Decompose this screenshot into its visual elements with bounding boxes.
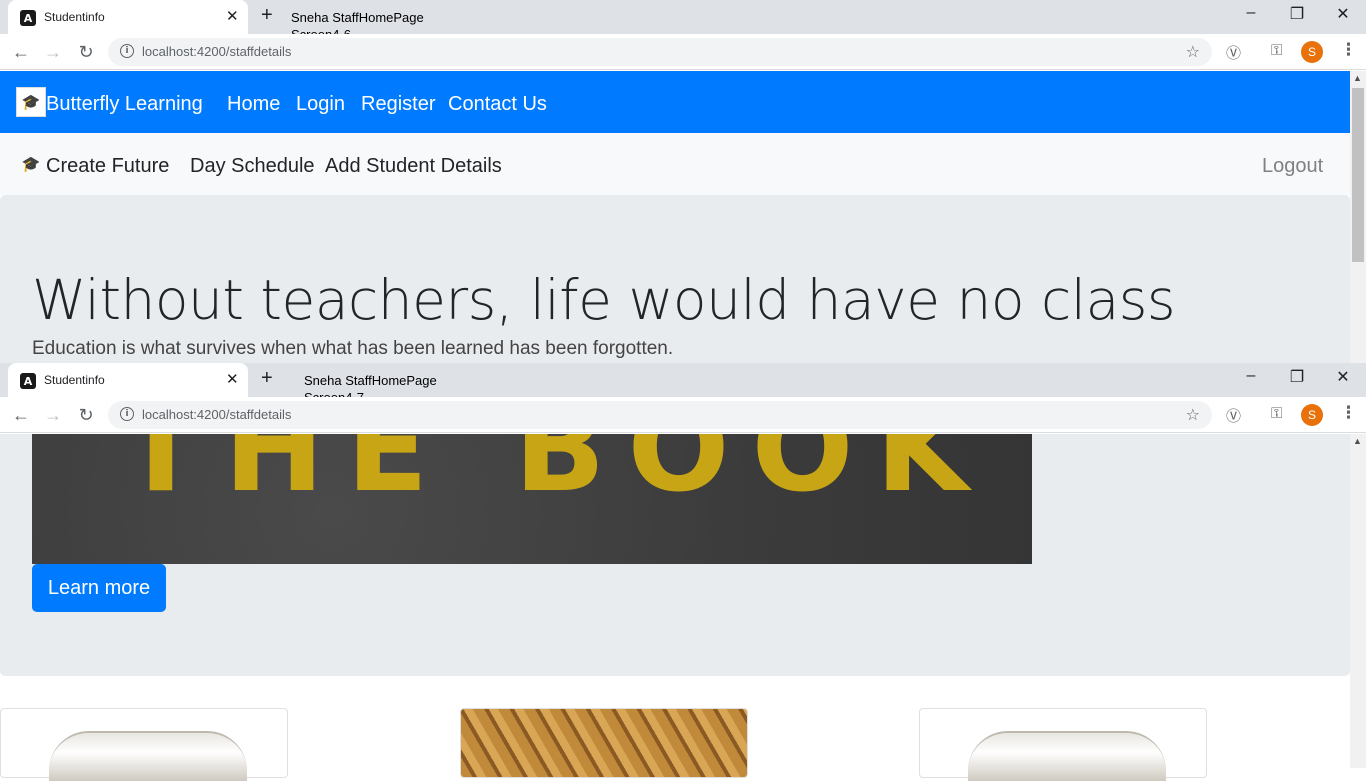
book-cover-image: THE BOOK (32, 434, 1032, 564)
back-icon[interactable]: ← (10, 405, 32, 426)
tab-strip: A Studentinfo ✕ + Sneha StaffHomePage Sc… (0, 363, 1366, 405)
restore-icon[interactable]: ❐ (1282, 367, 1312, 387)
new-tab-icon[interactable]: + (261, 4, 273, 27)
tab-close-icon[interactable]: ✕ (226, 370, 239, 388)
back-icon[interactable]: ← (10, 42, 32, 63)
info-icon[interactable]: i (120, 44, 134, 58)
profile-avatar[interactable]: S (1301, 404, 1323, 426)
nav-home[interactable]: Home (227, 93, 280, 116)
address-bar[interactable]: i localhost:4200/staffdetails ☆ (108, 401, 1212, 429)
menu-icon[interactable]: ⋮ (1340, 40, 1357, 60)
angular-favicon-icon: A (20, 10, 36, 26)
restore-icon[interactable]: ❐ (1282, 4, 1312, 24)
open-book-image (968, 731, 1166, 781)
brand-create-future[interactable]: Create Future (46, 155, 169, 178)
jumbotron-lead: Education is what survives when what has… (32, 338, 674, 359)
caption-line-1: Sneha StaffHomePage (291, 10, 424, 25)
reload-icon[interactable]: ↻ (75, 42, 97, 63)
new-tab-icon[interactable]: + (261, 367, 273, 390)
browser-toolbar: ← → ↻ i localhost:4200/staffdetails ☆ Ⓥ … (0, 397, 1366, 433)
key-icon[interactable]: ⚿ (1271, 405, 1282, 422)
nav-add-student-details[interactable]: Add Student Details (325, 155, 502, 178)
nav-login[interactable]: Login (296, 93, 345, 116)
logout-link[interactable]: Logout (1262, 155, 1323, 178)
caption-line-1: Sneha StaffHomePage (304, 373, 437, 388)
primary-navbar: 🎓 Butterfly Learning Home Login Register… (0, 71, 1350, 133)
secondary-navbar: 🎓 Create Future Day Schedule Add Student… (0, 133, 1350, 195)
close-window-icon[interactable]: ✕ (1328, 4, 1358, 24)
card-photo-image (461, 709, 747, 777)
nav-day-schedule[interactable]: Day Schedule (190, 155, 315, 178)
star-icon[interactable]: ☆ (1186, 405, 1200, 425)
brand-link[interactable]: Butterfly Learning (46, 93, 203, 116)
vivaldi-icon[interactable]: Ⓥ (1226, 42, 1241, 63)
minimize-icon[interactable]: – (1236, 4, 1266, 22)
open-book-image (49, 731, 247, 781)
scroll-up-icon[interactable]: ▲ (1353, 73, 1362, 83)
tab-title: Studentinfo (44, 10, 105, 24)
page-scrollbar[interactable]: ▲ (1350, 434, 1366, 768)
nav-contact[interactable]: Contact Us (448, 93, 547, 116)
url-text: localhost:4200/staffdetails (142, 407, 292, 422)
info-icon[interactable]: i (120, 407, 134, 421)
brand-logo-icon[interactable]: 🎓 (16, 149, 46, 179)
reload-icon[interactable]: ↻ (75, 405, 97, 426)
scroll-up-icon[interactable]: ▲ (1353, 436, 1362, 446)
menu-icon[interactable]: ⋮ (1340, 403, 1357, 423)
key-icon[interactable]: ⚿ (1271, 42, 1282, 59)
forward-icon[interactable]: → (42, 42, 64, 63)
tab-close-icon[interactable]: ✕ (226, 7, 239, 25)
star-icon[interactable]: ☆ (1186, 42, 1200, 62)
jumbotron-headline: Without teachers, life would have no cla… (32, 268, 1176, 332)
minimize-icon[interactable]: – (1236, 367, 1266, 385)
learn-more-button[interactable]: Learn more (32, 564, 166, 612)
profile-avatar[interactable]: S (1301, 41, 1323, 63)
browser-tab[interactable]: A Studentinfo ✕ (8, 0, 248, 34)
book-cover-text: THE BOOK (120, 434, 991, 519)
tab-strip: A Studentinfo ✕ + Sneha StaffHomePage Sc… (0, 0, 1366, 42)
close-window-icon[interactable]: ✕ (1328, 367, 1358, 387)
forward-icon[interactable]: → (42, 405, 64, 426)
angular-favicon-icon: A (20, 373, 36, 389)
tab-title: Studentinfo (44, 373, 105, 387)
scrollbar-thumb[interactable] (1352, 88, 1364, 262)
nav-register[interactable]: Register (361, 93, 435, 116)
brand-logo-icon[interactable]: 🎓 (16, 87, 46, 117)
vivaldi-icon[interactable]: Ⓥ (1226, 405, 1241, 426)
browser-tab[interactable]: A Studentinfo ✕ (8, 363, 248, 397)
address-bar[interactable]: i localhost:4200/staffdetails ☆ (108, 38, 1212, 66)
browser-toolbar: ← → ↻ i localhost:4200/staffdetails ☆ Ⓥ … (0, 34, 1366, 70)
url-text: localhost:4200/staffdetails (142, 44, 292, 59)
